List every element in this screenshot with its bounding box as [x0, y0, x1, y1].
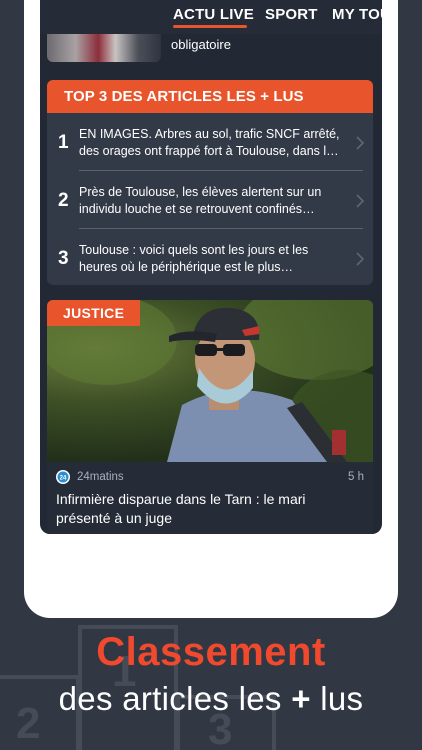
caption-subline: des articles les + lus: [0, 680, 422, 718]
divider: [79, 228, 363, 229]
caption-plus: +: [291, 680, 311, 717]
top3-title: TOP 3 DES ARTICLES LES + LUS: [47, 80, 373, 113]
previous-article-title[interactable]: obligatoire: [171, 37, 231, 52]
source-logo-text: 24: [60, 476, 67, 482]
tab-sport[interactable]: SPORT: [265, 6, 318, 23]
top3-item-1[interactable]: 1 EN IMAGES. Arbres au sol, trafic SNCF …: [47, 116, 373, 174]
tab-actu-live[interactable]: ACTU LIVE: [173, 6, 254, 23]
article-title[interactable]: Infirmière disparue dans le Tarn : le ma…: [56, 490, 356, 528]
rank-number: 3: [58, 248, 69, 269]
chevron-right-icon: [356, 194, 365, 208]
caption-headline: Classement: [96, 630, 326, 674]
rank-number: 1: [58, 132, 69, 153]
divider: [79, 170, 363, 171]
caption-subline-end: lus: [310, 680, 364, 717]
rank-number: 2: [58, 190, 69, 211]
app-screen: ACTU LIVE SPORT MY TOU obligatoire TOP 3…: [40, 0, 382, 534]
chevron-right-icon: [356, 136, 365, 150]
top-nav: ACTU LIVE SPORT MY TOU: [40, 0, 382, 34]
article-card[interactable]: JUSTICE 24 24matins 5 h Infirmière dispa…: [47, 300, 373, 534]
source-logo-icon: 24: [56, 470, 70, 484]
top3-item-text: Près de Toulouse, les élèves alertent su…: [79, 185, 322, 216]
published-time: 5 h: [348, 471, 364, 483]
top3-item-text: Toulouse : voici quels sont les jours et…: [79, 243, 309, 274]
source-name: 24matins: [77, 471, 124, 483]
previous-article-thumbnail[interactable]: [47, 34, 161, 62]
category-badge[interactable]: JUSTICE: [47, 300, 141, 326]
caption-subline-start: des articles les: [58, 680, 292, 717]
top3-item-3[interactable]: 3 Toulouse : voici quels sont les jours …: [47, 232, 373, 285]
top3-item-2[interactable]: 2 Près de Toulouse, les élèves alertent …: [47, 174, 373, 232]
active-tab-indicator: [173, 25, 247, 28]
tab-my-toulouse[interactable]: MY TOU: [332, 6, 382, 23]
chevron-right-icon: [356, 252, 365, 266]
top3-item-text: EN IMAGES. Arbres au sol, trafic SNCF ar…: [79, 127, 340, 158]
top3-card: TOP 3 DES ARTICLES LES + LUS 1 EN IMAGES…: [47, 80, 373, 285]
